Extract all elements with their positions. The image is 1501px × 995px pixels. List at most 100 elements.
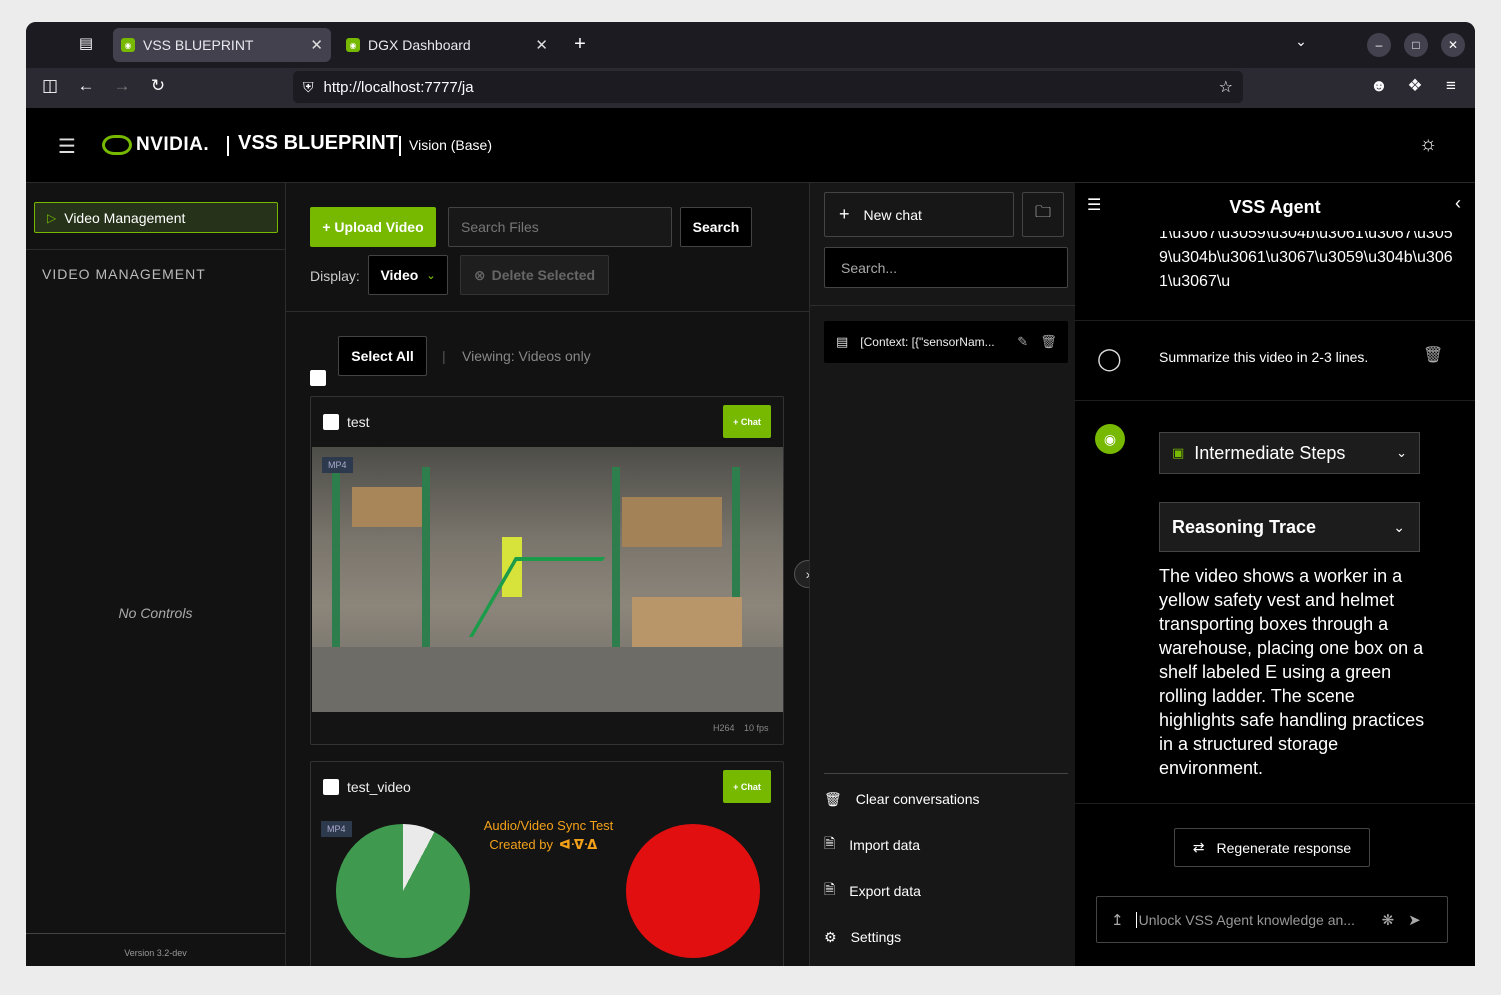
send-icon[interactable]: ➤ [1408,911,1421,929]
chevron-down-icon: ⌄ [1393,518,1405,535]
export-data-button[interactable]: 🗎 Export data [824,876,921,906]
message-input[interactable]: ↥ Unlock VSS Agent knowledge an... ❋ ➤ [1096,896,1448,943]
sync-pie-graphic [336,824,470,958]
video-thumbnail[interactable]: MP4 [312,447,783,712]
video-checkbox[interactable] [323,779,339,795]
new-folder-button[interactable]: 🗀 [1022,192,1064,237]
display-label: Display: [310,268,360,284]
codec-text: H264 [713,723,735,733]
search-button[interactable]: Search [680,207,752,247]
forward-icon[interactable]: → [110,76,134,96]
floor [312,647,783,712]
nvidia-avatar-icon: ◉ [1095,424,1125,454]
divider [26,933,285,934]
red-circle-graphic [626,824,760,958]
select-all-checkbox[interactable] [310,370,326,386]
new-chat-button[interactable]: + New chat [824,192,1014,237]
minimize-icon[interactable]: – [1367,33,1391,57]
theme-toggle-icon[interactable]: ☼ [1419,133,1437,156]
tab-overview-icon[interactable]: ▤ [74,34,98,52]
tab-dgx-dashboard[interactable]: ◉ DGX Dashboard ✕ [338,28,556,62]
video-card[interactable]: test_video + Chat MP4 Audio/Video Sync T… [310,761,784,966]
video-checkbox[interactable] [323,414,339,430]
reasoning-trace-accordion[interactable]: Reasoning Trace ⌄ [1159,502,1420,552]
overlay-subtitle: Created by [489,837,553,852]
delete-message-icon[interactable]: 🗑 [1423,345,1443,365]
shield-icon: ⛨ [303,78,314,95]
intermediate-steps-accordion[interactable]: ▣ Intermediate Steps ⌄ [1159,432,1420,474]
format-badge: MP4 [322,457,353,473]
search-files-input[interactable]: Search Files [448,207,672,247]
chat-search-input[interactable]: Search... [824,247,1068,288]
import-data-button[interactable]: 🗎 Import data [824,830,920,860]
file-export-icon: 🗎 [824,881,836,897]
shelf-post [612,467,620,667]
back-icon[interactable]: ← [74,76,98,96]
upload-icon[interactable]: ↥ [1111,911,1124,929]
reload-icon[interactable]: ↻ [146,76,170,96]
edit-pencil-icon[interactable]: ✎ [1017,334,1028,350]
video-management-button[interactable]: ▷ Video Management [34,202,278,233]
agent-header: ☰ VSS Agent ‹ [1075,183,1475,225]
display-select[interactable]: Video ⌄ [368,255,448,295]
gear-icon: ⚙ [824,928,837,945]
sidebar-toggle-icon[interactable]: ◫ [38,76,62,96]
app-header: ☰ NVIDIA. VSS BLUEPRINT Vision (Base) ☼ [26,108,1475,183]
new-tab-icon[interactable]: + [568,33,592,56]
file-import-icon: 🗎 [824,835,836,851]
section-heading: VIDEO MANAGEMENT [42,266,206,282]
delete-selected-button[interactable]: ⊗ Delete Selected [460,255,609,295]
nav-bar: ◫ ← → ↻ ⛨ http://localhost:7777/ja ☆ ☻ ❖… [26,68,1475,108]
video-name: test [347,414,370,430]
app-menu-icon[interactable]: ≡ [1439,76,1463,96]
settings-button[interactable]: ⚙ Settings [824,922,901,952]
upload-video-button[interactable]: + Upload Video [310,207,436,247]
bookmark-star-icon[interactable]: ☆ [1219,77,1233,97]
url-bar[interactable]: ⛨ http://localhost:7777/ja ☆ [293,71,1243,103]
agent-title: VSS Agent [1229,197,1321,217]
collapse-chevron-icon[interactable]: ‹ [1455,193,1461,214]
chevron-down-icon[interactable]: ⌄ [1289,33,1313,50]
video-camera-icon: ▷ [47,210,57,225]
maximize-icon[interactable]: □ [1404,33,1428,57]
tab-vss-blueprint[interactable]: ◉ VSS BLUEPRINT ✕ [113,28,331,62]
cancel-circle-icon: ⊗ [473,266,486,283]
viewing-filter-text: Viewing: Videos only [462,348,591,364]
previous-message-overflow: 1\u3067\u3059\u304b\u3061\u3067\u3059\u3… [1159,231,1453,290]
divider [824,773,1068,774]
user-message: Summarize this video in 2-3 lines. [1159,349,1369,365]
divider [227,136,229,156]
close-window-icon[interactable]: ✕ [1441,33,1465,57]
brain-icon[interactable]: ❋ [1382,911,1395,929]
chevron-down-icon: ⌄ [426,269,436,282]
video-card[interactable]: test + Chat MP4 H264 10 fps [310,396,784,745]
sidebar: ▷ Video Management VIDEO MANAGEMENT No C… [26,183,286,966]
divider [1075,320,1475,321]
browser-window: ▤ ◉ VSS BLUEPRINT ✕ ◉ DGX Dashboard ✕ + … [26,22,1475,966]
overlay-title: Audio/Video Sync Test [483,818,614,833]
folder-plus-icon: 🗀 [1034,204,1051,221]
box-stack [352,487,422,527]
close-tab-icon[interactable]: ✕ [535,36,548,54]
chat-list-item[interactable]: ▤ [Context: [{"sensorNam... ✎ 🗑 [824,321,1068,363]
message-input-placeholder: Unlock VSS Agent knowledge an... [1135,911,1360,928]
divider [26,249,285,250]
select-all-button[interactable]: Select All [338,336,427,376]
account-icon[interactable]: ☻ [1367,76,1391,96]
agent-chat-panel: 1\u3067\u3059\u304b\u3061\u3067\u3059\u3… [1075,183,1475,966]
extensions-icon[interactable]: ❖ [1403,76,1427,96]
chat-button[interactable]: + Chat [723,405,771,438]
clear-conversations-button[interactable]: 🗑 Clear conversations [824,784,980,814]
creator-logo-icon: ᐊᐌᐎ [559,837,598,852]
chip-icon: ▣ [1172,445,1185,460]
close-tab-icon[interactable]: ✕ [310,36,323,54]
divider [399,136,401,156]
video-name: test_video [347,779,411,795]
regenerate-response-button[interactable]: ⇄ Regenerate response [1174,828,1370,867]
plus-icon: + [839,204,850,224]
version-text: Version 3.2-dev [124,948,187,958]
hamburger-menu-icon[interactable]: ☰ [58,134,76,159]
trash-icon[interactable]: 🗑 [1040,334,1057,350]
chat-button[interactable]: + Chat [723,770,771,803]
tab-bar: ▤ ◉ VSS BLUEPRINT ✕ ◉ DGX Dashboard ✕ + … [26,22,1475,68]
